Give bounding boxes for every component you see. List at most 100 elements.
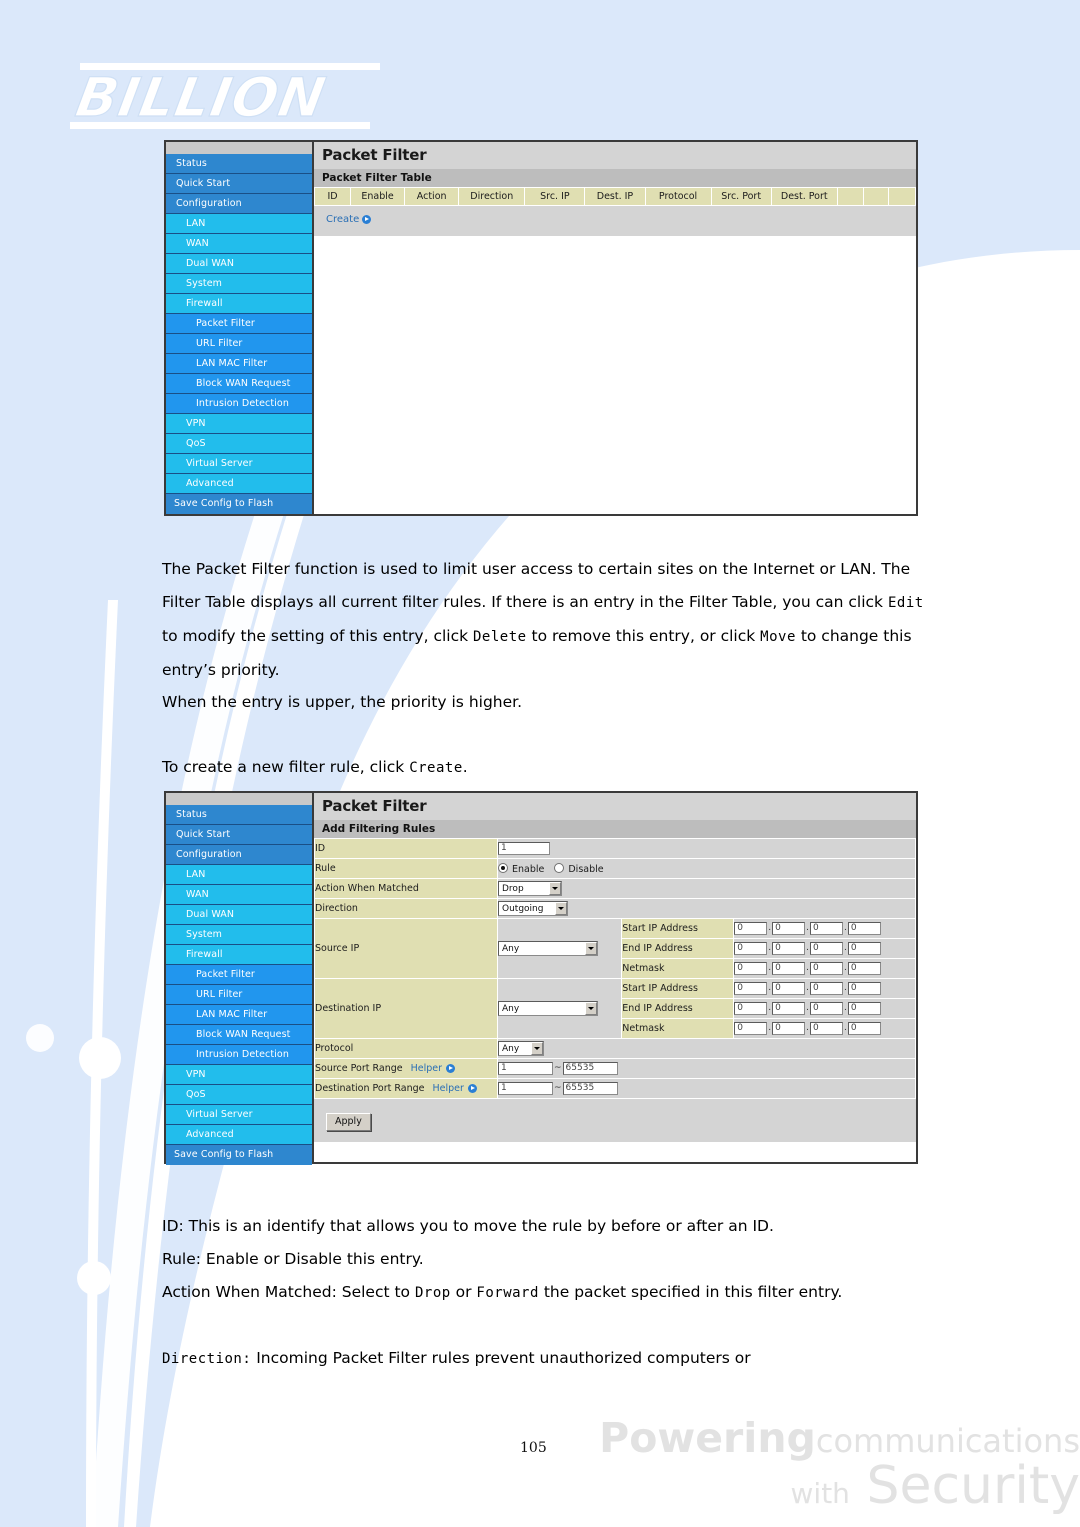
sidebar-item-lan[interactable]: LAN [166,214,312,234]
sidebar-item-wan[interactable]: WAN [166,234,312,254]
ip-octet-input-3[interactable] [810,1002,844,1015]
direction-select[interactable]: Outgoing [498,901,568,916]
sidebar-item-configuration[interactable]: Configuration [166,845,312,865]
move-keyword: Move [760,629,796,645]
sidebar-item-block-wan-request[interactable]: Block WAN Request [166,1025,312,1045]
source-ip-mode-select[interactable]: Any [498,941,598,956]
sidebar-item-packet-filter[interactable]: Packet Filter [166,965,312,985]
sidebar-item-dual-wan[interactable]: Dual WAN [166,905,312,925]
create-keyword: Create [409,760,463,776]
source-port-helper-link[interactable]: Helper [411,1063,442,1074]
ip-octet-input-2[interactable] [772,942,806,955]
destination-ip-mode-value: Any [502,1003,520,1014]
sidebar-item-label: Configuration [176,198,242,209]
sidebar-item-label: Dual WAN [186,909,235,920]
sidebar-item-virtual-server[interactable]: Virtual Server [166,454,312,474]
sidebar-item-qos[interactable]: QoS [166,434,312,454]
sidebar-item-status[interactable]: Status [166,805,312,825]
sidebar-item-firewall[interactable]: Firewall [166,294,312,314]
sidebar-item-advanced[interactable]: Advanced [166,1125,312,1145]
ip-octet-input-3[interactable] [810,942,844,955]
create-hint-b: . [462,758,468,776]
sidebar-item-lan-mac-filter[interactable]: LAN MAC Filter [166,1005,312,1025]
sidebar-item-virtual-server[interactable]: Virtual Server [166,1105,312,1125]
ip-octet-input-2[interactable] [772,1022,806,1035]
footer-brand: Poweringcommunications with Security [440,1417,1080,1513]
panel-title: Packet Filter [314,142,916,169]
ip-octet-input-2[interactable] [772,962,806,975]
sidebar-item-block-wan-request[interactable]: Block WAN Request [166,374,312,394]
sidebar-item-lan-mac-filter[interactable]: LAN MAC Filter [166,354,312,374]
create-link-label[interactable]: Create [326,214,359,225]
rule-disable-radio[interactable] [554,862,565,873]
sidebar-item-lan[interactable]: LAN [166,865,312,885]
destination-port-helper-link[interactable]: Helper [433,1083,464,1094]
ip-octet-input-3[interactable] [810,962,844,975]
sidebar-item-wan[interactable]: WAN [166,885,312,905]
source-port-from-input[interactable] [498,1062,553,1075]
destination-port-to-input[interactable] [562,1082,618,1095]
ip-octet-input-4[interactable] [847,1002,881,1015]
ip-octet-input-3[interactable] [810,922,844,935]
ip-octet-input-1[interactable] [734,982,768,995]
sidebar-item-label: Intrusion Detection [196,1049,289,1060]
ip-octet-input-4[interactable] [847,982,881,995]
sidebar-item-vpn[interactable]: VPN [166,414,312,434]
sidebar-item-quick-start[interactable]: Quick Start [166,825,312,845]
router-sidebar-2: Status Quick Start Configuration LAN WAN Dual… [166,793,314,1165]
ip-octet-input-4[interactable] [847,1022,881,1035]
rule-enable-radio[interactable] [498,862,508,873]
ip-octet-input-2[interactable] [772,1002,806,1015]
ip-octet-input-1[interactable] [734,942,768,955]
sidebar-item-firewall[interactable]: Firewall [166,945,312,965]
column-header-action: Action [404,187,460,206]
sidebar-item-vpn[interactable]: VPN [166,1065,312,1085]
sidebar-item-advanced[interactable]: Advanced [166,474,312,494]
protocol-value-cell: Any [497,1038,916,1059]
source-port-to-input[interactable] [562,1062,618,1075]
sidebar-item-quick-start[interactable]: Quick Start [166,174,312,194]
sidebar-item-packet-filter[interactable]: Packet Filter [166,314,312,334]
chevron-down-icon [585,1002,597,1015]
destination-port-from-input[interactable] [498,1082,553,1095]
ip-octet-input-4[interactable] [847,942,881,955]
create-link-row[interactable]: Create [314,206,916,236]
sidebar-item-status[interactable]: Status [166,154,312,174]
sidebar-item-label: Save Config to Flash [174,498,274,509]
id-input[interactable] [498,842,550,855]
sidebar-item-system[interactable]: System [166,925,312,945]
action-select[interactable]: Drop [498,881,562,896]
sidebar-item-intrusion-detection[interactable]: Intrusion Detection [166,394,312,414]
sidebar-item-url-filter[interactable]: URL Filter [166,334,312,354]
sidebar-item-save-config-to-flash[interactable]: Save Config to Flash [166,494,312,514]
row-source-ip-start: Source IP Any Start IP Address ... [314,918,916,979]
sidebar-item-system[interactable]: System [166,274,312,294]
column-header-id: ID [313,187,352,206]
sidebar-item-intrusion-detection[interactable]: Intrusion Detection [166,1045,312,1065]
sidebar-item-qos[interactable]: QoS [166,1085,312,1105]
source-end-ip-label: End IP Address [621,938,735,959]
action-text-a: Action When Matched: Select to [162,1283,415,1301]
ip-octet-input-1[interactable] [734,922,768,935]
column-header-dest-port: Dest. Port [770,187,838,206]
destination-ip-mode-select[interactable]: Any [498,1001,598,1016]
sidebar-item-configuration[interactable]: Configuration [166,194,312,214]
ip-octet-input-4[interactable] [847,962,881,975]
direction-text: Incoming Packet Filter rules prevent una… [251,1349,751,1367]
apply-button[interactable]: Apply [326,1113,371,1131]
ip-octet-input-1[interactable] [734,1022,768,1035]
ip-octet-input-3[interactable] [810,982,844,995]
ip-octet-input-3[interactable] [810,1022,844,1035]
ip-octet-input-1[interactable] [734,1002,768,1015]
dest-netmask-label: Netmask [621,1018,735,1039]
sidebar-item-dual-wan[interactable]: Dual WAN [166,254,312,274]
ip-octet-input-4[interactable] [847,922,881,935]
protocol-select[interactable]: Any [498,1041,544,1056]
ip-octet-input-2[interactable] [772,982,806,995]
sidebar-item-label: WAN [186,889,209,900]
dest-netmask-octets: ... [733,1018,916,1039]
ip-octet-input-2[interactable] [772,922,806,935]
ip-octet-input-1[interactable] [734,962,768,975]
sidebar-item-save-config-to-flash[interactable]: Save Config to Flash [166,1145,312,1165]
sidebar-item-url-filter[interactable]: URL Filter [166,985,312,1005]
